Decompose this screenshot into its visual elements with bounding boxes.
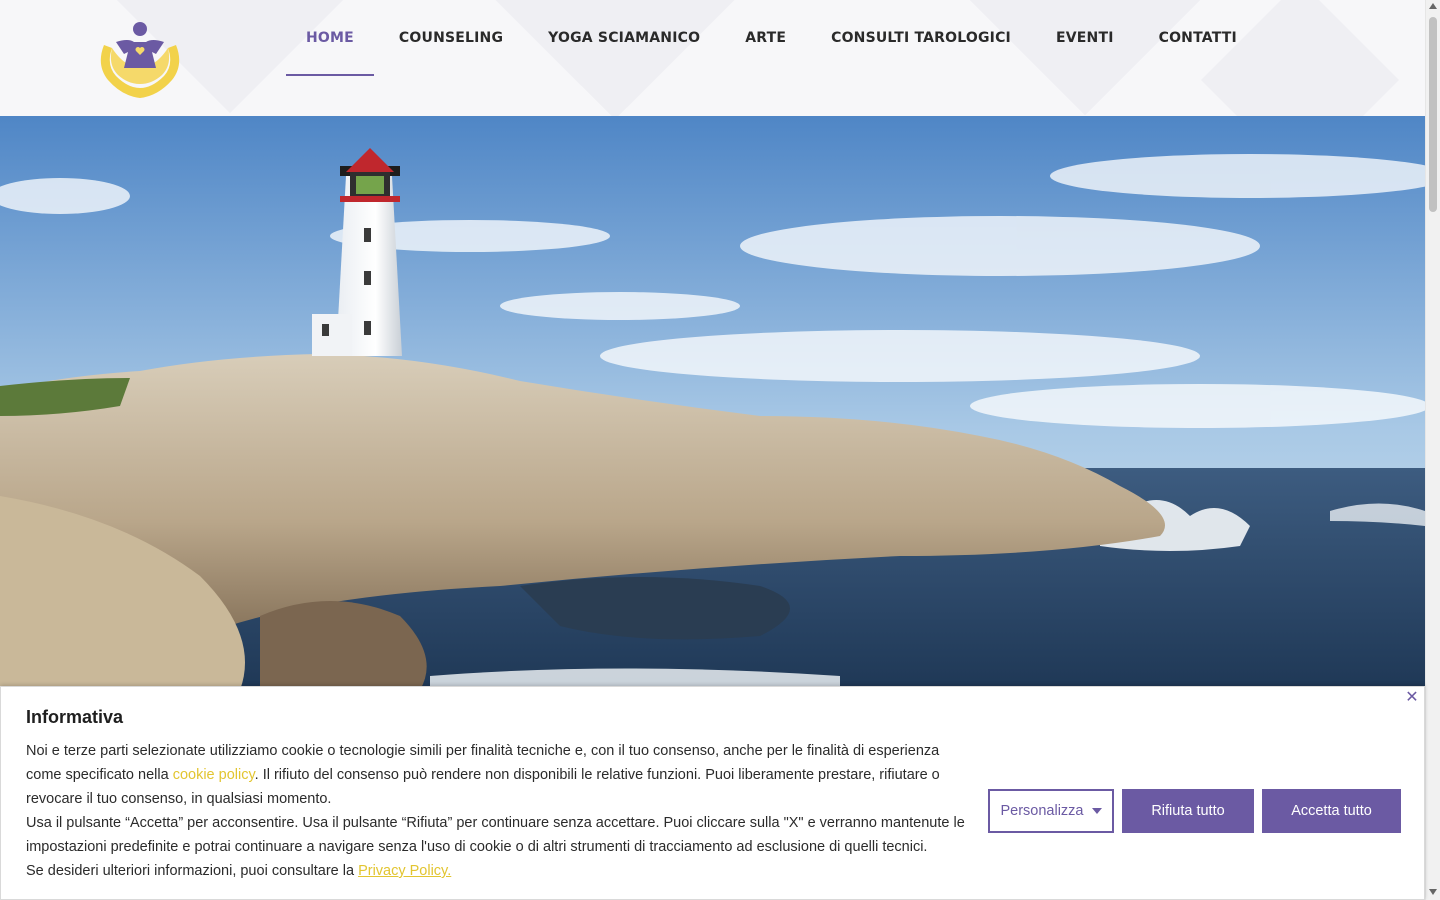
cookie-policy-link[interactable]: cookie policy (173, 767, 255, 783)
nav-item-contatti[interactable]: CONTATTI (1139, 0, 1257, 76)
cookie-banner: ✕ Informativa Noi e terze parti selezion… (0, 686, 1425, 900)
nav-item-arte[interactable]: ARTE (725, 0, 806, 76)
cookie-paragraph-3: Se desideri ulteriori informazioni, puoi… (26, 859, 976, 883)
accept-all-button[interactable]: Accetta tutto (1262, 789, 1401, 833)
scroll-down-icon[interactable] (1429, 889, 1437, 895)
caret-down-icon (1091, 808, 1102, 814)
nav-item-consulti-tarologici[interactable]: CONSULTI TAROLOGICI (811, 0, 1031, 76)
nav-item-yoga-sciamanico[interactable]: YOGA SCIAMANICO (528, 0, 720, 76)
nav-item-home[interactable]: HOME (286, 0, 374, 76)
page-scrollbar[interactable] (1425, 0, 1440, 900)
scroll-thumb[interactable] (1429, 17, 1437, 212)
nav-item-counseling[interactable]: COUNSELING (379, 0, 523, 76)
site-header: HOME COUNSELING YOGA SCIAMANICO ARTE CON… (0, 0, 1425, 116)
scroll-up-icon[interactable] (1429, 3, 1437, 9)
logo-icon[interactable] (94, 20, 186, 100)
cookie-paragraph-1: Noi e terze parti selezionate utilizziam… (26, 739, 976, 811)
customize-button[interactable]: Personalizza (988, 789, 1114, 833)
hero-image (0, 116, 1425, 690)
close-icon[interactable]: ✕ (1404, 690, 1420, 706)
cookie-title: Informativa (26, 707, 124, 727)
nav-item-eventi[interactable]: EVENTI (1036, 0, 1134, 76)
reject-all-button[interactable]: Rifiuta tutto (1122, 789, 1254, 833)
cookie-p3-text: Se desideri ulteriori informazioni, puoi… (26, 863, 359, 879)
cookie-text: Noi e terze parti selezionate utilizziam… (26, 739, 976, 883)
cookie-paragraph-2: Usa il pulsante “Accetta” per acconsenti… (26, 815, 965, 855)
main-nav: HOME COUNSELING YOGA SCIAMANICO ARTE CON… (286, 0, 1262, 116)
privacy-policy-link[interactable]: Privacy Policy. (358, 863, 451, 879)
customize-label: Personalizza (1000, 803, 1084, 819)
